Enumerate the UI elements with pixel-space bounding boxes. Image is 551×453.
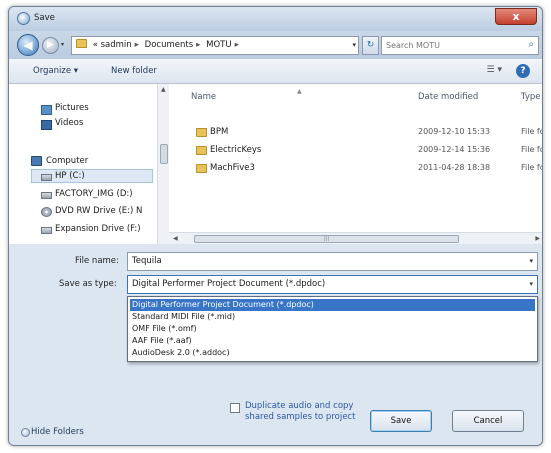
address-dropdown-icon[interactable]: ▾ bbox=[352, 37, 356, 54]
nav-item-videos[interactable]: Videos bbox=[55, 118, 83, 128]
cancel-button[interactable]: Cancel bbox=[452, 410, 524, 432]
sort-arrow-icon: ▲ bbox=[297, 88, 302, 95]
file-name-field[interactable]: Tequila ▾ bbox=[127, 252, 538, 271]
command-toolbar: Organize ▾ New folder ☰ ▾ ? bbox=[9, 59, 542, 84]
address-bar[interactable]: « sadmin ▸ Documents ▸ MOTU ▸ ▾ bbox=[71, 36, 359, 55]
scroll-right-icon[interactable]: ▶ bbox=[535, 235, 540, 242]
new-folder-button[interactable]: New folder bbox=[111, 66, 157, 76]
file-date: 2009-12-10 15:33 bbox=[418, 127, 491, 136]
navigation-pane: Pictures Videos Computer HP (C:) FACTORY… bbox=[9, 84, 169, 244]
save-type-dropdown-icon[interactable]: ▾ bbox=[529, 276, 533, 293]
scroll-thumb[interactable] bbox=[160, 144, 168, 164]
save-type-value: Digital Performer Project Document (*.dp… bbox=[132, 279, 326, 289]
column-header-type[interactable]: Type bbox=[521, 92, 541, 102]
file-row[interactable]: ElectricKeys 2009-12-14 15:36 File fol bbox=[169, 142, 542, 160]
horizontal-scrollbar[interactable]: ◀ ||| ▶ bbox=[169, 232, 542, 244]
nav-item-computer[interactable]: Computer bbox=[46, 156, 88, 166]
nav-item-expansion-drive[interactable]: Expansion Drive (F:) bbox=[55, 224, 141, 234]
breadcrumb-motu[interactable]: MOTU bbox=[206, 40, 231, 50]
breadcrumb-chevron-icon[interactable]: ▸ bbox=[135, 40, 139, 50]
save-type-options: Digital Performer Project Document (*.dp… bbox=[127, 296, 538, 362]
file-name-value: Tequila bbox=[132, 256, 162, 266]
drive-icon bbox=[41, 192, 52, 199]
file-date: 2011-04-28 18:38 bbox=[418, 163, 491, 172]
recent-pages-chevron-icon[interactable]: ▾ bbox=[61, 41, 64, 48]
file-date: 2009-12-14 15:36 bbox=[418, 145, 491, 154]
help-icon[interactable]: ? bbox=[516, 64, 530, 78]
file-list: Name ▲ Date modified Type BPM 2009-12-10… bbox=[169, 84, 542, 232]
scroll-up-icon[interactable]: ▲ bbox=[161, 86, 166, 93]
nav-item-hp-c[interactable]: HP (C:) bbox=[55, 171, 85, 181]
folder-icon bbox=[76, 39, 87, 48]
save-dialog: Save x ◀ ▶ ▾ « sadmin ▸ Documents ▸ MOTU ▸ … bbox=[8, 6, 543, 446]
folder-icon bbox=[196, 128, 207, 137]
breadcrumb-chevron-icon[interactable]: ▸ bbox=[196, 40, 200, 50]
back-button[interactable]: ◀ bbox=[17, 34, 39, 56]
search-input[interactable] bbox=[382, 37, 518, 54]
file-type: File fol bbox=[521, 163, 542, 172]
pictures-icon bbox=[41, 105, 52, 115]
title-bar: Save x bbox=[9, 7, 542, 31]
save-button[interactable]: Save bbox=[370, 410, 432, 432]
scroll-thumb[interactable]: ||| bbox=[194, 235, 459, 243]
folder-icon bbox=[196, 146, 207, 155]
option-addoc[interactable]: AudioDesk 2.0 (*.addoc) bbox=[130, 347, 535, 359]
duplicate-audio-checkbox[interactable] bbox=[230, 403, 240, 413]
search-icon[interactable]: ⌕ bbox=[528, 39, 534, 50]
breadcrumb-chevron-icon[interactable]: ▸ bbox=[235, 40, 239, 50]
close-button[interactable]: x bbox=[495, 8, 537, 25]
column-header-name[interactable]: Name bbox=[191, 92, 216, 102]
navigation-bar: ◀ ▶ ▾ « sadmin▸ Documents▸ MOTU▸ ▾ ↻ ⌕ bbox=[9, 31, 542, 59]
breadcrumb-sadmin[interactable]: sadmin bbox=[101, 40, 132, 50]
file-row[interactable]: BPM 2009-12-10 15:33 File fol bbox=[169, 124, 542, 142]
folder-icon bbox=[196, 164, 207, 173]
duplicate-audio-label[interactable]: Duplicate audio and copy shared samples … bbox=[245, 401, 365, 423]
file-row[interactable]: MachFive3 2011-04-28 18:38 File fol bbox=[169, 160, 542, 178]
file-name-dropdown-icon[interactable]: ▾ bbox=[529, 253, 533, 270]
file-type: File fol bbox=[521, 127, 542, 136]
option-dpdoc[interactable]: Digital Performer Project Document (*.dp… bbox=[130, 299, 535, 311]
dvd-icon bbox=[41, 207, 52, 217]
file-name: BPM bbox=[210, 127, 229, 137]
nav-item-pictures[interactable]: Pictures bbox=[55, 103, 89, 113]
save-type-select[interactable]: Digital Performer Project Document (*.dp… bbox=[127, 275, 538, 294]
hide-folders-icon[interactable] bbox=[21, 428, 30, 437]
scroll-left-icon[interactable]: ◀ bbox=[173, 235, 178, 242]
option-omf[interactable]: OMF File (*.omf) bbox=[130, 323, 535, 335]
nav-pane-scrollbar[interactable]: ▲ bbox=[157, 84, 169, 244]
search-box[interactable]: ⌕ bbox=[381, 36, 539, 55]
file-name: ElectricKeys bbox=[210, 145, 262, 155]
window-title: Save bbox=[34, 13, 55, 23]
save-type-label: Save as type: bbox=[59, 279, 117, 289]
forward-button[interactable]: ▶ bbox=[42, 37, 59, 54]
option-aaf[interactable]: AAF File (*.aaf) bbox=[130, 335, 535, 347]
option-mid[interactable]: Standard MIDI File (*.mid) bbox=[130, 311, 535, 323]
drive-icon bbox=[41, 174, 52, 181]
file-name-label: File name: bbox=[75, 256, 119, 266]
organize-menu[interactable]: Organize ▾ bbox=[33, 66, 78, 76]
breadcrumb-documents[interactable]: Documents bbox=[145, 40, 193, 50]
computer-icon bbox=[31, 156, 42, 166]
hide-folders-button[interactable]: Hide Folders bbox=[31, 427, 84, 437]
videos-icon bbox=[41, 120, 52, 130]
app-icon bbox=[17, 12, 30, 25]
file-name: MachFive3 bbox=[210, 163, 255, 173]
column-header-date[interactable]: Date modified bbox=[418, 92, 478, 102]
drive-icon bbox=[41, 227, 52, 234]
nav-item-factory-img[interactable]: FACTORY_IMG (D:) bbox=[55, 189, 133, 199]
breadcrumb-overflow[interactable]: « bbox=[93, 40, 98, 50]
nav-item-dvd-rw[interactable]: DVD RW Drive (E:) N bbox=[55, 206, 142, 216]
view-options-icon[interactable]: ☰ ▾ bbox=[487, 65, 502, 75]
refresh-button[interactable]: ↻ bbox=[362, 36, 379, 55]
file-type: File fol bbox=[521, 145, 542, 154]
